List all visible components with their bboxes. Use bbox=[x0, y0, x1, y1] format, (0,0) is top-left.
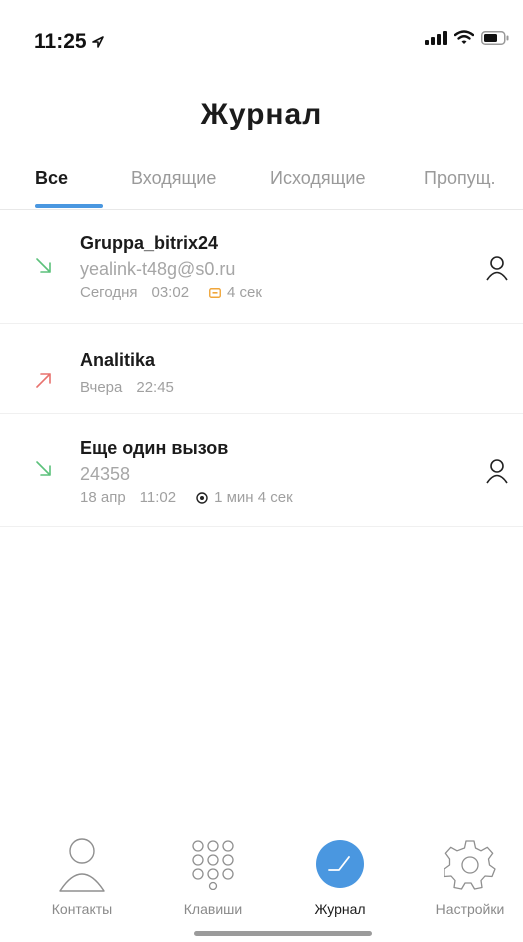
page-title: Журнал bbox=[200, 98, 323, 131]
play-record-icon bbox=[196, 491, 208, 504]
tab-bar-label: Журнал bbox=[314, 901, 366, 917]
battery-icon bbox=[481, 30, 509, 45]
call-meta: 18 апр 11:02 1 мин 4 сек bbox=[80, 489, 293, 506]
call-date: Сегодня bbox=[80, 284, 138, 301]
call-name: Analitika bbox=[80, 350, 156, 370]
call-time: 22:45 bbox=[136, 379, 174, 396]
tab-bar-label: Контакты bbox=[51, 901, 113, 917]
status-bar: 11:25 bbox=[0, 0, 523, 80]
call-duration: 1 мин 4 сек bbox=[214, 489, 293, 506]
keypad-icon bbox=[192, 840, 234, 890]
tab-bar-label: Настройки bbox=[435, 901, 505, 917]
call-name: Еще один вызов bbox=[80, 438, 229, 458]
call-number: 24358 bbox=[80, 464, 131, 484]
call-duration: 4 сек bbox=[227, 284, 262, 301]
call-item[interactable]: Analitika Вчера 22:45 bbox=[0, 324, 523, 414]
person-icon bbox=[59, 838, 105, 892]
call-time: 03:02 bbox=[151, 284, 190, 301]
tab-bar-keypad[interactable]: Клавиши bbox=[153, 835, 273, 917]
tab-missed[interactable]: Пропущ. bbox=[424, 168, 496, 189]
home-indicator[interactable] bbox=[194, 931, 372, 936]
call-log-icon bbox=[316, 840, 364, 888]
call-number: yealink-t48g@s0.ru bbox=[80, 259, 236, 279]
bottom-tab-bar: Контакты Клавиши Журнал Настройки bbox=[0, 835, 523, 942]
filter-tabs: Все Входящие Исходящие Пропущ. bbox=[0, 164, 523, 210]
incoming-call-arrow-icon bbox=[36, 461, 51, 476]
tab-bar-contacts[interactable]: Контакты bbox=[22, 835, 142, 917]
tab-incoming[interactable]: Входящие bbox=[131, 168, 216, 189]
call-date: 18 апр bbox=[80, 489, 126, 506]
location-arrow-icon bbox=[91, 36, 104, 48]
tab-bar-call-log[interactable]: Журнал bbox=[280, 835, 400, 917]
incoming-call-arrow-icon bbox=[36, 258, 51, 273]
wifi-icon bbox=[454, 30, 474, 44]
call-list: Gruppa_bitrix24 yealink-t48g@s0.ru Сегод… bbox=[0, 211, 523, 527]
tab-all[interactable]: Все bbox=[35, 168, 68, 189]
status-time-text: 11:25 bbox=[34, 30, 87, 53]
call-item[interactable]: Gruppa_bitrix24 yealink-t48g@s0.ru Сегод… bbox=[0, 211, 523, 324]
status-icons bbox=[425, 30, 509, 45]
contact-person-icon[interactable] bbox=[485, 458, 509, 484]
tab-bar-settings[interactable]: Настройки bbox=[410, 835, 523, 917]
contact-person-icon[interactable] bbox=[485, 255, 509, 281]
outgoing-call-arrow-icon bbox=[36, 373, 51, 388]
tab-bar-label: Клавиши bbox=[183, 901, 243, 917]
call-name: Gruppa_bitrix24 bbox=[80, 233, 219, 253]
voicemail-icon bbox=[209, 287, 221, 298]
tab-outgoing[interactable]: Исходящие bbox=[270, 168, 365, 189]
gear-icon bbox=[444, 840, 496, 890]
call-date: Вчера bbox=[80, 379, 123, 396]
call-time: 11:02 bbox=[139, 489, 177, 506]
call-meta: Сегодня 03:02 4 сек bbox=[80, 284, 262, 301]
status-time: 11:25 bbox=[34, 30, 105, 54]
signal-icon bbox=[425, 30, 447, 45]
call-meta: Вчера 22:45 bbox=[80, 379, 174, 396]
call-item[interactable]: Еще один вызов 24358 18 апр 11:02 1 мин … bbox=[0, 414, 523, 527]
active-tab-indicator bbox=[35, 204, 103, 208]
